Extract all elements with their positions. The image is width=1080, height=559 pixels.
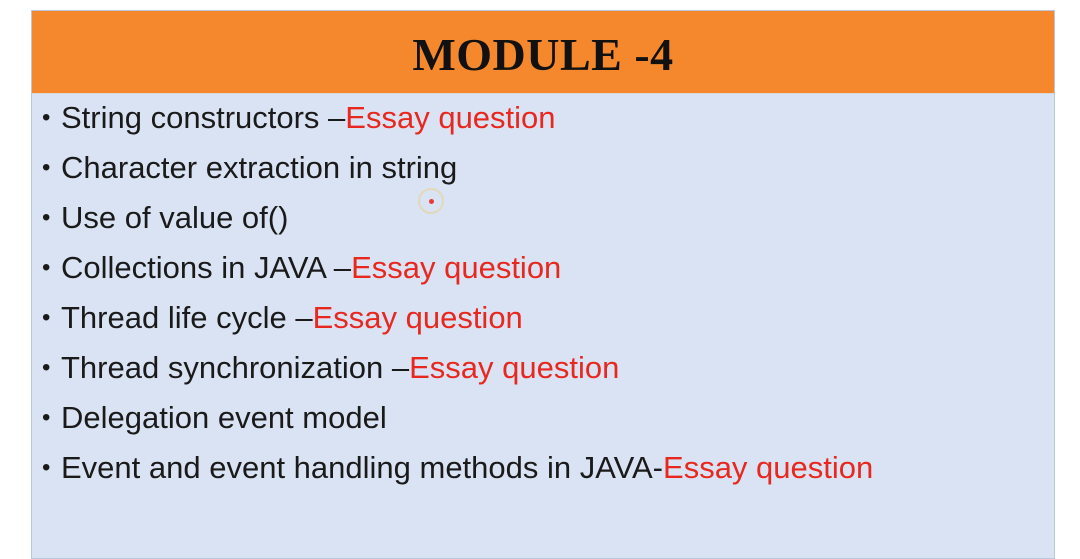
bullet-icon: • [42,204,51,231]
bullet-icon: • [42,104,51,131]
item-text: Thread synchronization – [61,350,410,385]
item-text: Character extraction in string [61,150,458,185]
item-note: Essay question [351,250,562,285]
bullet-icon: • [42,404,51,431]
item-text: Use of value of() [61,200,289,235]
list-item: • Delegation event model [42,393,873,443]
pointer-dot [429,199,434,204]
list-item: • Use of value of() [42,193,873,243]
bullet-icon: • [42,254,51,281]
item-text: Thread life cycle – [61,300,313,335]
list-item: • String constructors – Essay question [42,93,873,143]
bullet-icon: • [42,454,51,481]
item-note: Essay question [663,450,874,485]
item-note: Essay question [345,100,556,135]
bullet-icon: • [42,354,51,381]
item-text: Collections in JAVA – [61,250,352,285]
item-note: Essay question [409,350,620,385]
item-text: Event and event handling methods in JAVA… [61,450,664,485]
list-item: • Thread synchronization – Essay questio… [42,343,873,393]
bullet-icon: • [42,154,51,181]
item-note: Essay question [312,300,523,335]
list-item: • Thread life cycle – Essay question [42,293,873,343]
item-text: String constructors – [61,100,346,135]
slide-title: MODULE -4 [412,28,674,80]
slide-header: MODULE -4 [32,11,1054,94]
laser-pointer-icon [418,188,444,214]
list-item: • Collections in JAVA – Essay question [42,243,873,293]
list-item: • Event and event handling methods in JA… [42,443,873,493]
item-text: Delegation event model [61,400,387,435]
slide: MODULE -4 • String constructors – Essay … [31,10,1055,559]
bullet-list: • String constructors – Essay question •… [42,93,873,493]
bullet-icon: • [42,304,51,331]
list-item: • Character extraction in string [42,143,873,193]
